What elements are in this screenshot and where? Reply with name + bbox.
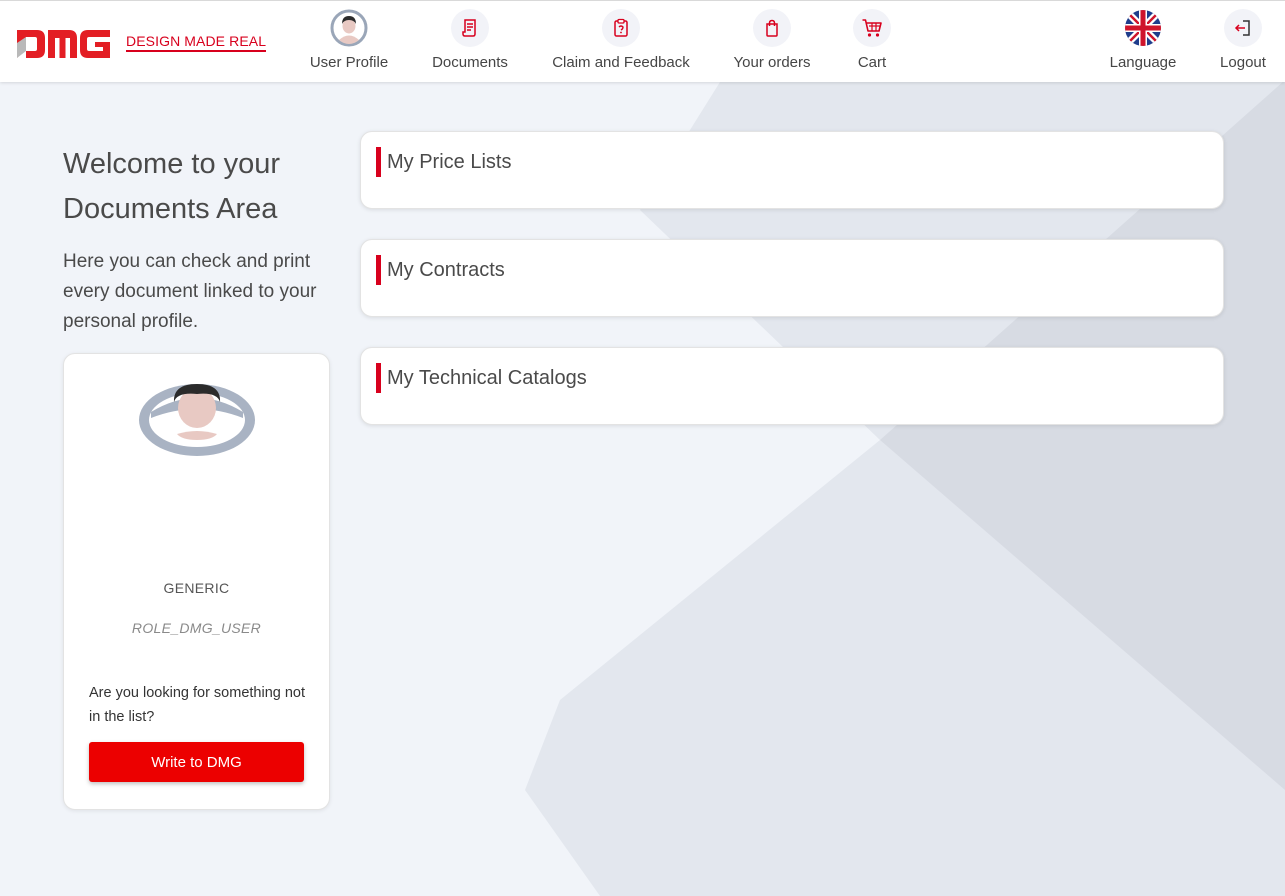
nav-user-profile[interactable]: User Profile (308, 9, 390, 79)
doc-card-price-lists[interactable]: My Price Lists (360, 131, 1224, 209)
user-avatar-icon (330, 9, 368, 47)
doc-card-title: My Technical Catalogs (387, 367, 587, 389)
uk-flag-icon (1124, 9, 1162, 47)
doc-card-title: My Contracts (387, 259, 505, 281)
doc-card-technical-catalogs[interactable]: My Technical Catalogs (360, 347, 1224, 425)
nav-cart-label: Cart (857, 54, 887, 71)
nav-language-label: Language (1109, 54, 1177, 71)
page-description: Here you can check and print every docum… (63, 251, 317, 332)
dmg-logo[interactable] (17, 28, 111, 60)
logout-icon (1224, 9, 1262, 47)
user-avatar-icon (139, 384, 255, 456)
nav-logout-label: Logout (1220, 54, 1266, 71)
doc-card-contracts[interactable]: My Contracts (360, 239, 1224, 317)
clipboard-icon (602, 9, 640, 47)
nav-user-profile-label: User Profile (309, 54, 389, 71)
nav-cart[interactable]: Cart (846, 9, 898, 79)
accent-bar (376, 363, 381, 393)
brand-tagline[interactable]: DESIGN MADE REAL (126, 33, 267, 52)
page-title: Welcome to your Documents Area (63, 148, 281, 225)
accent-bar (376, 147, 381, 177)
cart-icon (853, 9, 891, 47)
write-to-dmg-button[interactable]: Write to DMG (89, 742, 304, 782)
nav-logout[interactable]: Logout (1215, 9, 1271, 79)
user-name: GENERIC (163, 580, 230, 596)
doc-card-title: My Price Lists (387, 151, 512, 173)
top-navigation-bar: DESIGN MADE REAL User Profile Documents (0, 0, 1285, 82)
nav-documents-label: Documents (432, 54, 508, 71)
accent-bar (376, 255, 381, 285)
nav-language[interactable]: Language (1107, 9, 1179, 79)
profile-card: GENERIC ROLE_DMG_USER Are you looking fo… (63, 353, 330, 810)
shopping-bag-icon (753, 9, 791, 47)
document-icon (451, 9, 489, 47)
help-text: Are you looking for something not in the… (89, 685, 306, 725)
user-role: ROLE_DMG_USER (131, 620, 262, 636)
nav-your-orders-label: Your orders (733, 54, 811, 71)
nav-claim-feedback[interactable]: Claim and Feedback (549, 9, 693, 79)
nav-documents[interactable]: Documents (429, 9, 511, 79)
nav-claim-feedback-label: Claim and Feedback (552, 54, 690, 71)
nav-your-orders[interactable]: Your orders (731, 9, 813, 79)
